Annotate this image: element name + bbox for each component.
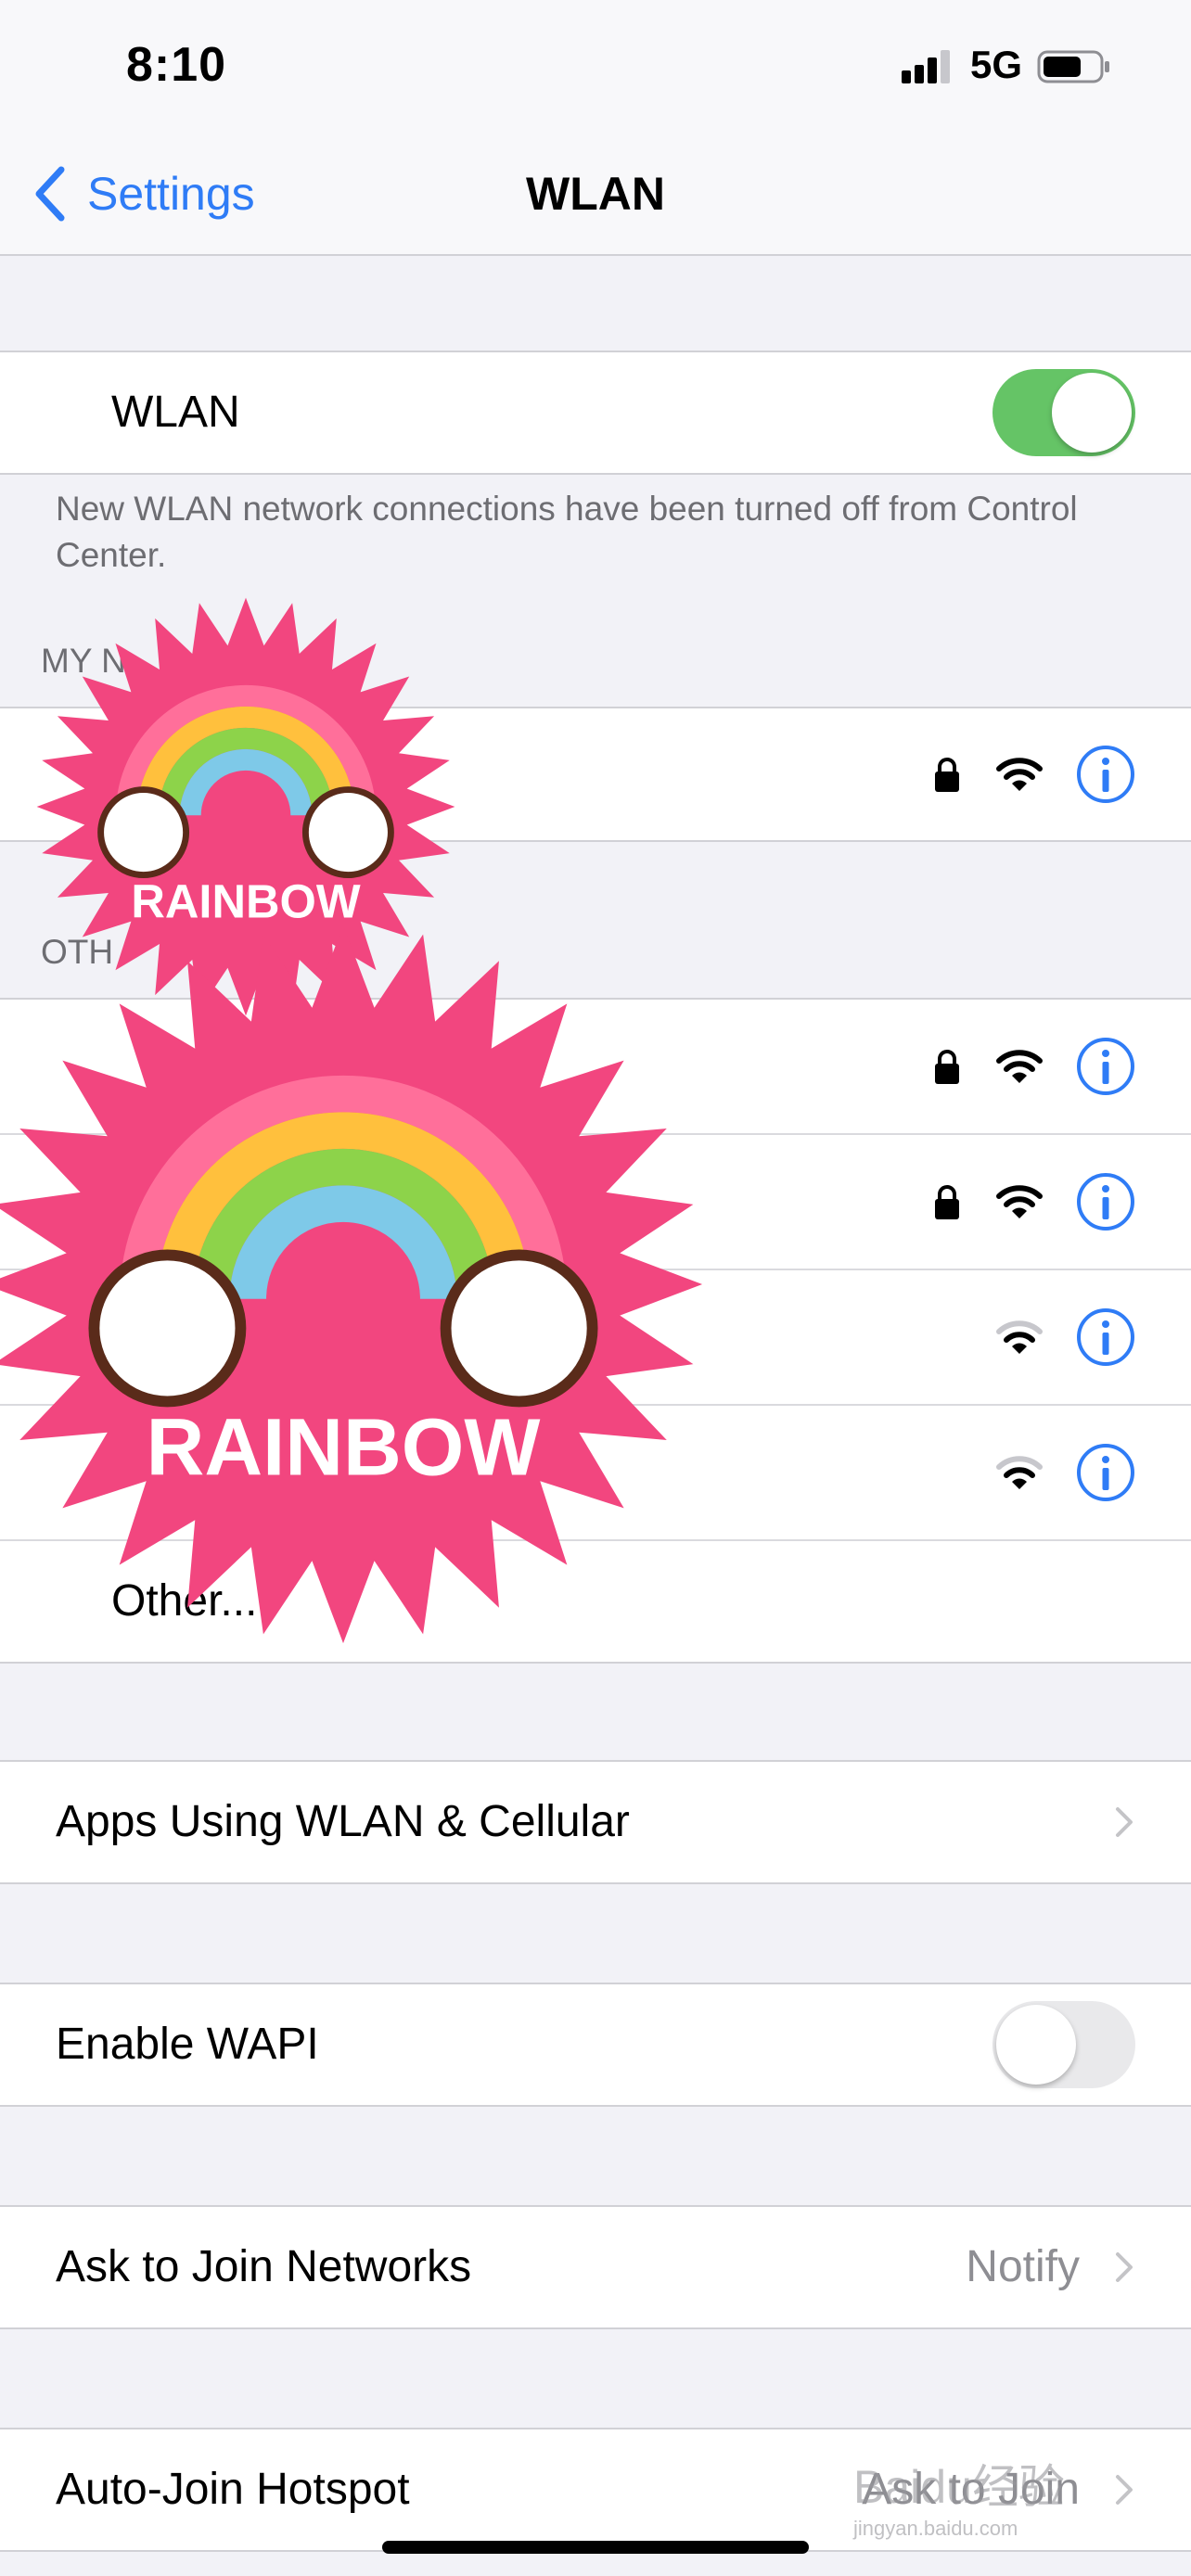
auto-join-hotspot-label: Auto-Join Hotspot (56, 2465, 410, 2514)
info-icon[interactable] (1076, 1443, 1135, 1502)
chevron-left-icon (35, 166, 65, 222)
watermark-sub: jingyan.baidu.com (853, 2517, 1018, 2540)
wifi-icon (996, 1320, 1043, 1354)
wlan-group: WLAN (0, 351, 1191, 475)
wifi-icon (996, 758, 1043, 791)
wapi-label: Enable WAPI (56, 2020, 319, 2069)
watermark-text: Baidu经验 jingyan.baidu.com (853, 2450, 1065, 2541)
rainbow-sticker-large: RAINBOW (0, 925, 703, 1644)
wifi-icon (996, 1456, 1043, 1489)
toggle-knob (1052, 373, 1132, 453)
wifi-icon (996, 1050, 1043, 1083)
watermark-main: Baidu经验 (853, 2461, 1065, 2513)
status-time: 8:10 (126, 38, 227, 92)
wapi-row: Enable WAPI (0, 1984, 1191, 2105)
sticker-text: RAINBOW (147, 1402, 541, 1492)
chevron-right-icon (1116, 1807, 1133, 1837)
status-bar: 8:10 5G (0, 0, 1191, 130)
wlan-label: WLAN (111, 388, 240, 437)
info-icon[interactable] (1076, 745, 1135, 804)
network-type: 5G (970, 43, 1023, 86)
wapi-group: Enable WAPI (0, 1983, 1191, 2107)
chevron-right-icon (1116, 2475, 1133, 2505)
apps-using-row[interactable]: Apps Using WLAN & Cellular (0, 1762, 1191, 1882)
nav-bar: WLAN Settings (0, 130, 1191, 256)
wlan-footer-note: New WLAN network connections have been t… (56, 490, 1078, 574)
lock-icon (935, 1185, 959, 1219)
chevron-right-icon (1116, 2252, 1133, 2282)
info-icon[interactable] (1076, 1307, 1135, 1367)
cellular-signal-icon (902, 50, 950, 83)
lock-icon (935, 758, 959, 792)
lock-icon (935, 1050, 959, 1084)
apps-using-label: Apps Using WLAN & Cellular (56, 1797, 630, 1846)
info-icon[interactable] (1076, 1172, 1135, 1231)
back-button-label: Settings (87, 168, 255, 220)
ask-to-join-row[interactable]: Ask to Join Networks Notify (0, 2207, 1191, 2327)
wapi-toggle[interactable] (992, 2001, 1135, 2088)
home-indicator[interactable] (382, 2541, 809, 2554)
ask-to-join-label: Ask to Join Networks (56, 2242, 472, 2291)
toggle-knob (996, 2005, 1076, 2085)
apps-using-group: Apps Using WLAN & Cellular (0, 1760, 1191, 1884)
ask-to-join-group: Ask to Join Networks Notify (0, 2205, 1191, 2329)
wlan-toggle[interactable] (992, 369, 1135, 456)
wifi-icon (996, 1185, 1043, 1218)
ask-to-join-value: Notify (966, 2242, 1080, 2291)
battery-icon (1037, 50, 1109, 83)
back-button[interactable]: Settings (32, 163, 255, 224)
info-icon[interactable] (1076, 1037, 1135, 1096)
wlan-row: WLAN (0, 352, 1191, 473)
